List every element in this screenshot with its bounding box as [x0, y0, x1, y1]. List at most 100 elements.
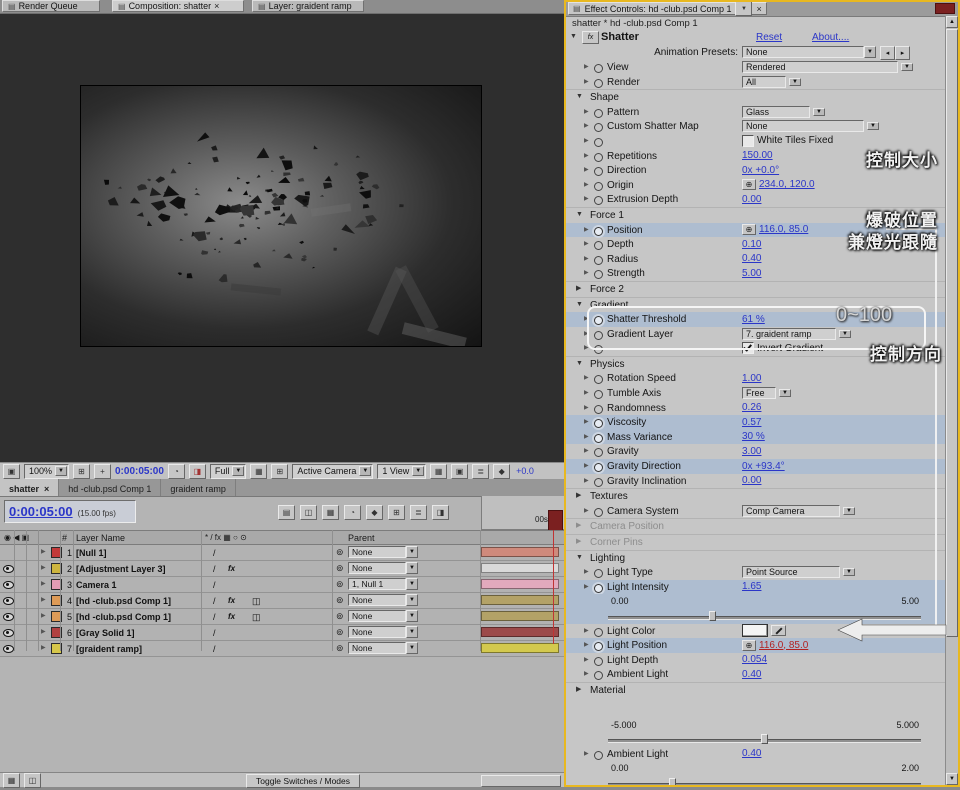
stopwatch-icon[interactable] — [594, 79, 603, 88]
twirl-icon[interactable]: ▶ — [584, 584, 589, 591]
timeline-icon[interactable]: ≣ — [472, 464, 489, 479]
scroll-up-icon[interactable]: ▲ — [946, 16, 958, 28]
twirl-icon[interactable]: ▶ — [584, 657, 589, 664]
stopwatch-icon[interactable] — [594, 508, 603, 517]
crosshair-button[interactable]: ⊕ — [742, 640, 756, 651]
crosshair-button[interactable]: ⊕ — [742, 224, 756, 235]
effect-row-viscosity[interactable]: ▶Viscosity0.57 — [566, 415, 945, 430]
twirl-icon[interactable]: ▶ — [41, 581, 46, 588]
effect-row-white-tiles-fixed[interactable]: ▶White Tiles Fixed — [566, 134, 945, 149]
twirl-icon[interactable]: ▶ — [584, 256, 589, 263]
effect-row-physics[interactable]: ▼Physics — [566, 356, 945, 372]
effect-row-light-type[interactable]: ▶Light TypePoint Source▼ — [566, 565, 945, 580]
effect-row-track[interactable] — [566, 732, 945, 747]
scroll-down-icon[interactable]: ▼ — [946, 773, 958, 785]
brainstorm-icon[interactable]: ⊞ — [388, 505, 405, 520]
property-value[interactable]: 5.00 — [742, 268, 761, 279]
stopwatch-icon[interactable] — [594, 153, 603, 162]
close-icon[interactable]: × — [214, 1, 219, 11]
pixel-aspect-icon[interactable]: ▦ — [430, 464, 447, 479]
stopwatch-icon[interactable] — [594, 270, 603, 279]
twirl-icon[interactable]: ▶ — [584, 642, 589, 649]
effect-row-pattern[interactable]: ▶PatternGlass▼ — [566, 105, 945, 120]
twirl-icon[interactable]: ▶ — [584, 227, 589, 234]
about-link[interactable]: About.... — [812, 32, 849, 43]
effect-row-origin[interactable]: ▶Origin⊕234.0, 120.0 — [566, 178, 945, 193]
effect-row-render[interactable]: ▶RenderAll▼ — [566, 75, 945, 90]
quality-switch-icon[interactable]: / — [213, 548, 216, 558]
dropdown-arrow-icon[interactable]: ▼ — [406, 626, 418, 638]
twirl-icon[interactable]: ▶ — [576, 492, 581, 499]
comp-flowchart-icon[interactable]: ◆ — [493, 464, 510, 479]
property-value[interactable]: 0x +0.0° — [742, 165, 779, 176]
dropdown-field[interactable]: Rendered — [742, 61, 898, 73]
twirl-icon[interactable]: ▶ — [584, 167, 589, 174]
stopwatch-icon[interactable] — [594, 109, 603, 118]
twirl-icon[interactable]: ▶ — [584, 79, 589, 86]
stopwatch-icon[interactable] — [594, 167, 603, 176]
dropdown-field[interactable]: Comp Camera — [742, 505, 840, 517]
effect-row-shatter-threshold[interactable]: ▶Shatter Threshold61 % — [566, 312, 945, 327]
dropdown-arrow-icon[interactable]: ▼ — [779, 389, 791, 397]
show-channel-icon[interactable]: ◨ — [189, 464, 206, 479]
parent-dropdown[interactable]: None▼ — [348, 642, 418, 654]
fx-badge[interactable]: fx — [228, 612, 235, 621]
dropdown-arrow-icon[interactable]: ▼ — [406, 594, 418, 606]
stopwatch-icon[interactable] — [594, 64, 603, 73]
effect-row-light-position[interactable]: ▶Light Position⊕116.0, 85.0 — [566, 638, 945, 653]
camera-view-select[interactable]: Active Camera ▼ — [292, 464, 373, 479]
twirl-icon[interactable]: ▶ — [41, 565, 46, 572]
dropdown-arrow-icon[interactable]: ▼ — [789, 78, 801, 86]
property-value[interactable]: 0.10 — [742, 239, 761, 250]
twirl-icon[interactable]: ▶ — [584, 628, 589, 635]
previous-preset-button[interactable]: ◂ — [880, 46, 895, 60]
hide-shy-layers-icon[interactable]: ▦ — [322, 505, 339, 520]
stopwatch-icon[interactable] — [594, 227, 603, 236]
pick-whip-icon[interactable]: ⊚ — [336, 595, 344, 606]
current-time-display[interactable]: 0:00:05:00 — [115, 466, 164, 477]
snapshot-icon[interactable]: ◔ — [168, 464, 185, 479]
visibility-eye-icon[interactable] — [3, 645, 14, 653]
resolution-select[interactable]: Full ▼ — [210, 464, 246, 479]
property-value[interactable]: 150.00 — [742, 150, 773, 161]
draft3d-icon[interactable]: ◫ — [300, 505, 317, 520]
effect-row-randomness[interactable]: ▶Randomness0.26 — [566, 401, 945, 416]
timeline-tab-graident-ramp[interactable]: graident ramp — [161, 479, 236, 496]
dropdown-arrow-icon[interactable]: ▼ — [867, 122, 879, 130]
effect-row-ambient-light[interactable]: ▶Ambient Light0.40 — [566, 747, 945, 762]
twirl-icon[interactable]: ▼ — [576, 211, 583, 218]
visibility-eye-icon[interactable] — [3, 581, 14, 589]
stopwatch-icon[interactable] — [594, 182, 603, 191]
timecode-display[interactable]: 0:00:05:00 (15.00 fps) — [4, 500, 136, 523]
close-icon[interactable]: × — [44, 484, 49, 494]
quality-switch-icon[interactable]: / — [213, 564, 216, 574]
safe-zones-icon[interactable]: ⊞ — [73, 464, 90, 479]
tab-effect-controls[interactable]: ▤ Effect Controls: hd -club.psd Comp 1 ▼… — [568, 2, 767, 15]
property-value[interactable]: 1.65 — [742, 581, 761, 592]
property-value[interactable]: 0.40 — [742, 748, 761, 759]
twirl-icon[interactable]: ▶ — [584, 671, 589, 678]
dropdown-arrow-icon[interactable]: ▼ — [843, 568, 855, 576]
flowchart-icon[interactable]: ▣ — [3, 464, 20, 479]
dropdown-field[interactable]: None — [742, 120, 864, 132]
twirl-icon[interactable]: ▶ — [41, 597, 46, 604]
property-value[interactable]: 234.0, 120.0 — [759, 179, 815, 190]
effect-row-strength[interactable]: ▶Strength5.00 — [566, 266, 945, 281]
pick-whip-icon[interactable]: ⊚ — [336, 643, 344, 654]
effect-row-view[interactable]: ▶ViewRendered▼ — [566, 60, 945, 75]
twirl-icon[interactable]: ▶ — [584, 138, 589, 145]
effect-row-ambient-light[interactable]: ▶Ambient Light0.40 — [566, 667, 945, 682]
stopwatch-icon[interactable] — [594, 241, 603, 250]
twirl-icon[interactable]: ▶ — [576, 522, 581, 529]
parent-dropdown[interactable]: None▼ — [348, 546, 418, 558]
twirl-icon[interactable]: ▶ — [584, 419, 589, 426]
property-value[interactable]: 1.00 — [742, 373, 761, 384]
stopwatch-icon[interactable] — [594, 751, 603, 760]
stopwatch-icon[interactable] — [594, 584, 603, 593]
color-swatch[interactable] — [742, 624, 768, 637]
parent-dropdown[interactable]: None▼ — [348, 610, 418, 622]
visibility-eye-icon[interactable] — [3, 597, 14, 605]
twirl-icon[interactable]: ▶ — [41, 629, 46, 636]
twirl-icon[interactable]: ▶ — [584, 182, 589, 189]
dropdown-arrow-icon[interactable]: ▼ — [843, 507, 855, 515]
